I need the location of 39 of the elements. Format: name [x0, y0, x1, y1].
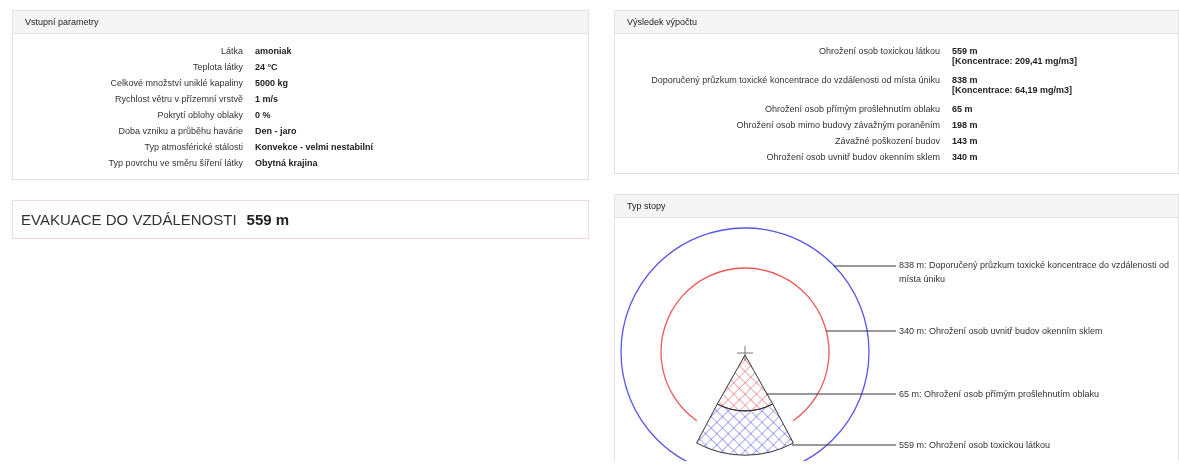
zone-label: 559 m: Ohrožení osob toxickou látkou: [899, 439, 1052, 452]
parameter-value: Den - jaro: [255, 125, 297, 138]
panel-title: Výsledek výpočtu: [615, 11, 1178, 34]
parameter-value: 1 m/s: [255, 93, 278, 106]
parameter-label: Celkové množství uniklé kapaliny: [109, 77, 243, 90]
parameter-value: 0 %: [255, 109, 271, 122]
result-value: 559 m: [952, 45, 979, 57]
result-label: Ohrožení osob uvnitř budov okenním sklem: [765, 151, 940, 164]
result-label: Doporučený průzkum toxické koncentrace do vzdálenosti od místa úniku: [650, 74, 940, 87]
result-value: 838 m: [952, 74, 979, 86]
parameter-value: Konvekce - velmi nestabilní: [255, 141, 374, 154]
parameter-label: Typ povrchu ve směru šíření látky: [107, 157, 243, 170]
parameter-value: Obytná krajina: [255, 157, 318, 170]
result-label: Ohrožení osob toxickou látkou: [817, 45, 940, 58]
parameter-value: amoniak: [255, 45, 292, 58]
concentration-value: [Koncentrace: 64,19 mg/m3]: [952, 85, 1073, 96]
evacuation-label: EVAKUACE DO VZDÁLENOSTI: [21, 211, 237, 228]
result-label: Ohrožení osob přímým prošlehnutím oblaku: [763, 103, 940, 116]
zone-label: 65 m: Ohrožení osob přímým prošlehnutím oblaku: [899, 388, 1101, 401]
result-value: 198 m: [952, 119, 978, 132]
parameter-label: Doba vzniku a průběhu havárie: [117, 125, 243, 138]
parameter-value: 5000 kg: [255, 77, 289, 90]
panel-title: Typ stopy: [615, 195, 1178, 218]
zone-label: 340 m: Ohrožení osob uvnitř budov okenním sklem: [899, 325, 1104, 338]
concentration-value: [Koncentrace: 209,41 mg/m3]: [952, 56, 1078, 67]
result-label: Závažné poškození budov: [833, 135, 940, 148]
result-value: 340 m: [952, 151, 978, 164]
panel-title: Vstupní parametry: [13, 11, 588, 34]
parameter-value: 24 °C: [255, 61, 278, 74]
result-value: 65 m: [952, 103, 973, 116]
parameter-label: Látka: [219, 45, 243, 58]
result-value: 143 m: [952, 135, 978, 148]
parameter-label: Pokrytí oblohy oblaky: [156, 109, 243, 122]
parameter-label: Teplota látky: [191, 61, 243, 74]
parameter-label: Typ atmosférické stálosti: [143, 141, 243, 154]
result-label: Ohrožení osob mimo budovy závažným poraněním: [735, 119, 940, 132]
zone-label: 838 m: Doporučený průzkum toxické koncentrace do vzdálenosti od místa úniku: [899, 259, 1171, 286]
evacuation-value: 559 m: [246, 211, 290, 228]
parameter-label: Rychlost větru v přízemní vrstvě: [113, 93, 243, 106]
